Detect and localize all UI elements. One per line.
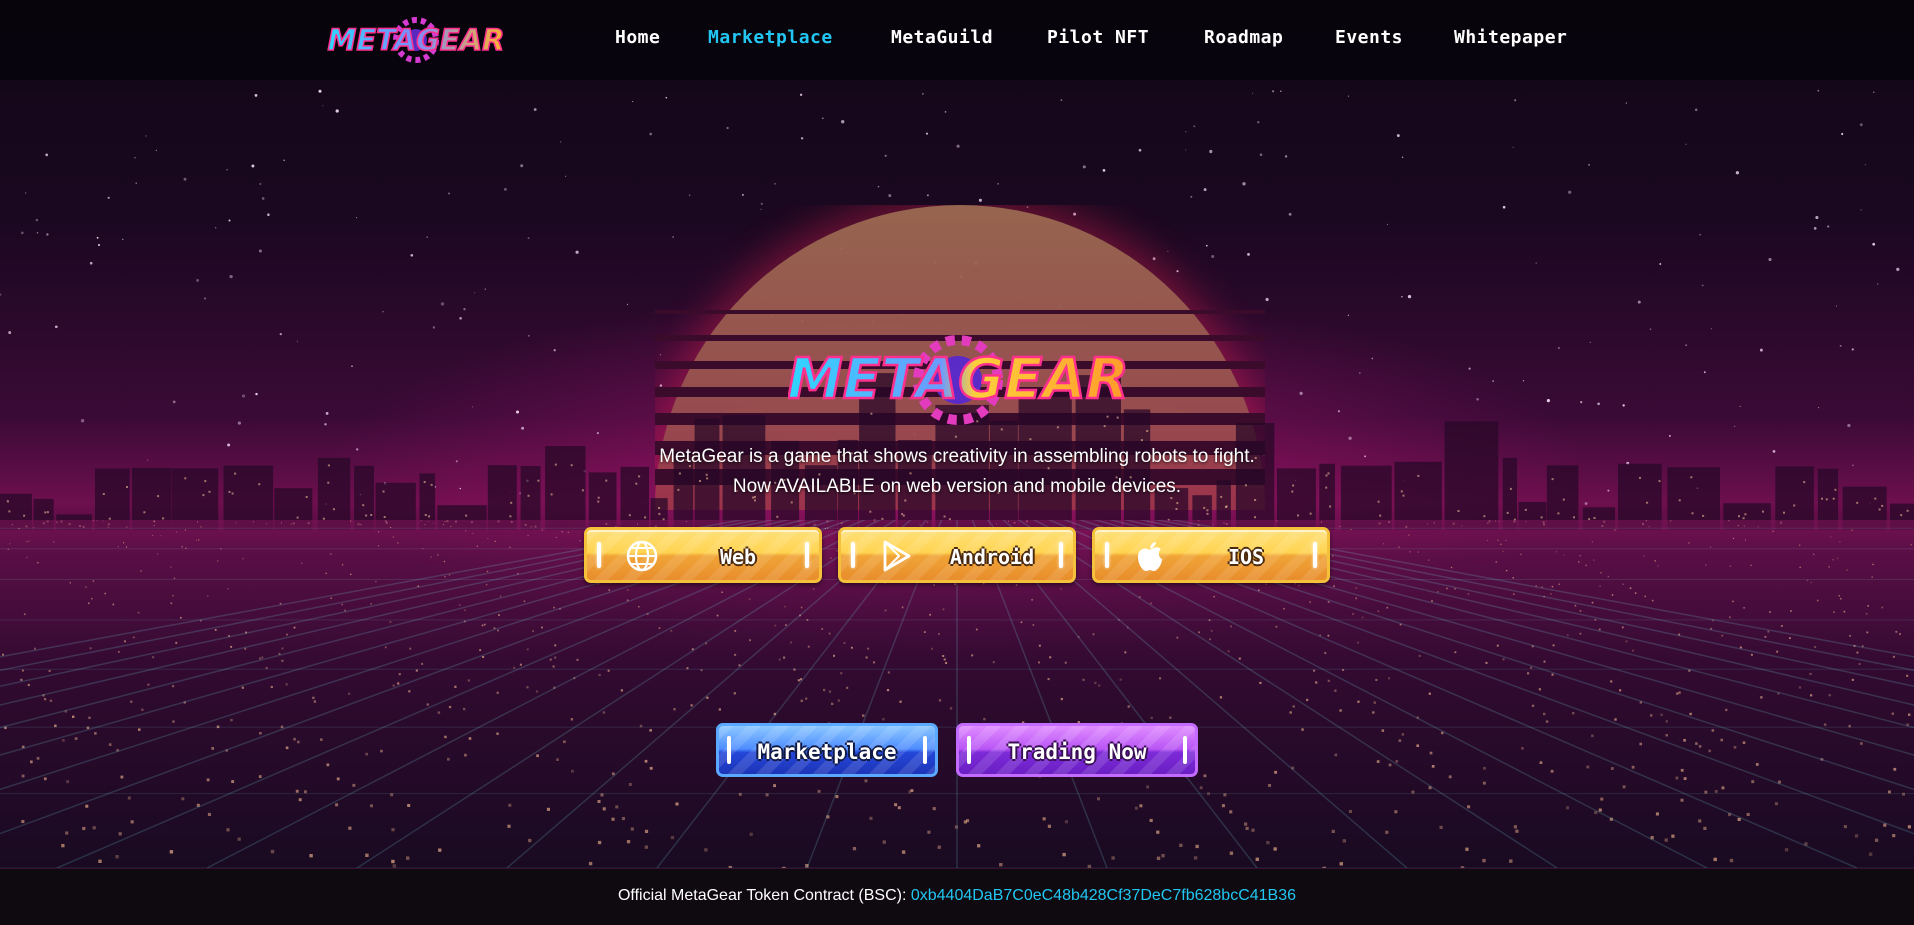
nav-roadmap[interactable]: Roadmap (1204, 27, 1283, 48)
nav-events[interactable]: Events (1335, 27, 1403, 48)
play-store-icon (883, 540, 911, 572)
footer: Official MetaGear Token Contract (BSC): … (0, 868, 1914, 925)
play-web-label: Web (719, 545, 757, 569)
hero-tagline-line2: Now AVAILABLE on web version and mobile … (732, 476, 1182, 497)
nav-metaguild[interactable]: MetaGuild (891, 27, 993, 48)
button-edge-left (597, 542, 601, 568)
trading-now-button-label: Trading Now (1007, 740, 1147, 764)
marketplace-button-label: Marketplace (757, 740, 897, 764)
metagear-logo-small[interactable]: METAGEAR (325, 14, 507, 66)
apple-icon (1138, 542, 1162, 571)
nav-marketplace[interactable]: Marketplace (708, 27, 833, 48)
nav-home[interactable]: Home (615, 27, 660, 48)
button-edge-right (1059, 542, 1063, 568)
button-edge-left (1105, 542, 1109, 568)
token-contract-label: Official MetaGear Token Contract (BSC): (617, 887, 907, 904)
play-ios-label: IOS (1227, 545, 1265, 569)
token-contract-line: Official MetaGear Token Contract (BSC): … (0, 887, 1914, 905)
play-ios-button[interactable]: IOS (1092, 527, 1330, 583)
nav-pilot-nft[interactable]: Pilot NFT (1047, 27, 1149, 48)
nav-whitepaper[interactable]: Whitepaper (1454, 27, 1567, 48)
button-edge-right (805, 542, 809, 568)
play-android-label: Android (949, 545, 1035, 569)
metagear-logo-large: METAGEAR (788, 335, 1128, 425)
button-edge-right (1313, 542, 1317, 568)
token-contract-address[interactable]: 0xb4404DaB7C0eC48b428Cf37DeC7fb628bcC41B… (911, 887, 1296, 904)
svg-text:METAGEAR: METAGEAR (788, 347, 1128, 412)
play-web-button[interactable]: Web (584, 527, 822, 583)
svg-text:METAGEAR: METAGEAR (327, 23, 504, 57)
button-edge-right (1183, 736, 1187, 764)
top-navbar: METAGEAR Home Marketplace MetaGuild Pilo… (0, 0, 1914, 80)
button-edge-left (851, 542, 855, 568)
button-edge-right (923, 736, 927, 764)
marketplace-button[interactable]: Marketplace (716, 723, 938, 777)
play-android-button[interactable]: Android (838, 527, 1076, 583)
hero-tagline-line1: MetaGear is a game that shows creativity… (659, 446, 1255, 467)
trading-now-button[interactable]: Trading Now (956, 723, 1198, 777)
globe-icon (626, 540, 658, 572)
